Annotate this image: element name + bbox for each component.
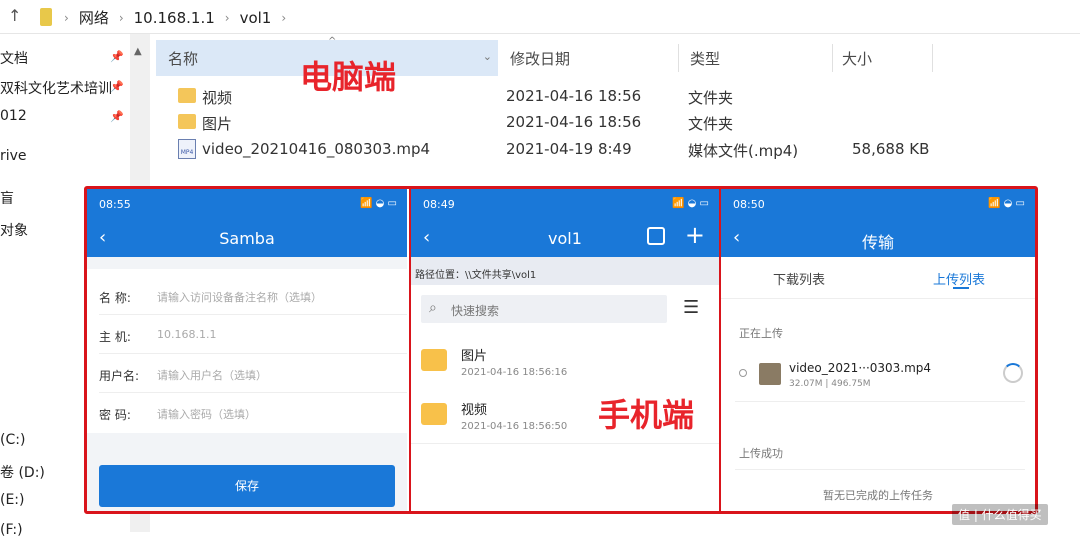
app-bar: 08:49 📶 ◒ ▭ ‹ vol1 + <box>411 189 719 257</box>
samba-form-screen: 08:55 📶 ◒ ▭ ‹ Samba 名 称: 请输入访问设备备注名称（选填）… <box>87 189 407 511</box>
folder-icon <box>178 88 196 103</box>
nav-item[interactable]: (F:) <box>0 522 23 538</box>
search-input[interactable]: ⌕ 快速搜索 <box>421 295 667 323</box>
column-type[interactable]: 类型 <box>678 40 830 76</box>
nav-item[interactable]: 双科文化艺术培训 <box>0 78 112 98</box>
app-bar: 08:55 📶 ◒ ▭ ‹ Samba <box>87 189 407 257</box>
nav-item[interactable]: (E:) <box>0 492 25 508</box>
column-header: 名称 ^ ⌄ 修改日期 类型 大小 <box>152 36 1080 76</box>
tab-download[interactable]: 下载列表 <box>773 269 825 288</box>
folder-icon <box>178 114 196 129</box>
status-icons: 📶 ◒ ▭ <box>988 198 1025 209</box>
status-time: 08:55 <box>99 198 131 211</box>
file-row[interactable]: 视频 2021-04-16 18:56 文件夹 <box>152 84 1080 110</box>
mp4-file-icon: MP4 <box>178 139 196 159</box>
empty-state-text: 暂无已完成的上传任务 <box>823 489 933 502</box>
transfer-icon[interactable] <box>647 227 665 245</box>
mobile-screenshots-frame: 08:55 📶 ◒ ▭ ‹ Samba 名 称: 请输入访问设备备注名称（选填）… <box>84 186 1038 514</box>
nav-item[interactable]: 卷 (D:) <box>0 462 45 482</box>
host-field[interactable]: 10.168.1.1 <box>157 328 216 341</box>
file-size: 58,688 KB <box>852 140 930 158</box>
video-thumbnail <box>759 363 781 385</box>
mobile-label: 手机端 <box>598 396 695 434</box>
address-bar: ↑ › 网络 › 10.168.1.1 › vol1 › <box>0 0 1080 34</box>
file-date: 2021-04-19 8:49 <box>506 140 632 158</box>
status-time: 08:50 <box>733 198 765 211</box>
file-name: video_20210416_080303.mp4 <box>202 140 431 158</box>
file-name: 图片 <box>202 115 233 133</box>
vol1-browser-screen: 08:49 📶 ◒ ▭ ‹ vol1 + 路径位置：\\文件共享\vol1 ⌕ … <box>409 189 719 511</box>
list-item[interactable]: 图片 2021-04-16 18:56:16 <box>411 335 719 387</box>
file-row[interactable]: MP4 video_20210416_080303.mp4 2021-04-19… <box>152 137 1080 163</box>
file-type: 文件夹 <box>688 89 734 107</box>
column-size[interactable]: 大小 <box>830 40 930 76</box>
file-row[interactable]: 图片 2021-04-16 18:56 文件夹 <box>152 110 1080 136</box>
breadcrumb: › 网络 › 10.168.1.1 › vol1 › <box>64 7 286 28</box>
nav-item[interactable]: rive <box>0 148 27 164</box>
page-title: vol1 <box>548 229 582 248</box>
folder-icon <box>421 349 447 371</box>
chevron-right-icon: › <box>64 10 69 25</box>
upload-task[interactable]: video_2021···0303.mp4 32.07M | 496.75M <box>721 349 1035 401</box>
pin-icon: 📌 <box>110 50 124 63</box>
select-radio[interactable] <box>739 369 747 377</box>
status-icons: 📶 ◒ ▭ <box>672 198 709 209</box>
status-time: 08:49 <box>423 198 455 211</box>
network-drive-icon <box>40 8 52 26</box>
pin-icon: 📌 <box>110 80 124 93</box>
path-breadcrumb: 路径位置：\\文件共享\vol1 <box>411 257 719 285</box>
status-icons: 📶 ◒ ▭ <box>360 198 397 209</box>
breadcrumb-item[interactable]: 10.168.1.1 <box>134 9 215 27</box>
page-title: Samba <box>219 229 275 248</box>
search-icon: ⌕ <box>429 300 437 316</box>
column-date[interactable]: 修改日期 <box>498 40 678 76</box>
nav-item[interactable]: 文档 <box>0 48 28 68</box>
upload-file-name: video_2021···0303.mp4 <box>789 361 932 375</box>
name-field[interactable]: 请输入访问设备备注名称（选填） <box>157 289 322 305</box>
file-date: 2021-04-16 18:56 <box>506 113 642 131</box>
nav-item[interactable]: (C:) <box>0 432 25 448</box>
chevron-right-icon: › <box>281 10 287 25</box>
scroll-up-icon[interactable]: ▲ <box>134 46 142 57</box>
upload-progress-text: 32.07M | 496.75M <box>789 379 871 389</box>
password-field[interactable]: 请输入密码（选填） <box>157 406 256 422</box>
form-row-name[interactable]: 名 称: 请输入访问设备备注名称（选填） <box>87 277 407 315</box>
up-arrow-icon[interactable]: ↑ <box>8 6 21 25</box>
page-title: 传输 <box>861 233 894 252</box>
transfer-screen: 08:50 📶 ◒ ▭ ‹ 传输 下载列表 上传列表 正在上传 video_20… <box>719 189 1035 511</box>
file-name: 视频 <box>202 89 233 107</box>
breadcrumb-item[interactable]: vol1 <box>240 9 272 27</box>
chevron-right-icon: › <box>118 10 124 25</box>
save-button[interactable]: 保存 <box>99 465 395 507</box>
tab-upload[interactable]: 上传列表 <box>933 269 985 288</box>
app-bar: 08:50 📶 ◒ ▭ ‹ 传输 <box>721 189 1035 257</box>
uploaded-heading: 上传成功 <box>739 447 783 460</box>
form-row-username[interactable]: 用户名: 请输入用户名（选填） <box>87 355 407 393</box>
watermark: 值 | 什么值得买 <box>952 504 1048 525</box>
active-tab-indicator <box>953 287 969 289</box>
nav-item[interactable]: 012 <box>0 108 27 124</box>
folder-icon <box>421 403 447 425</box>
uploading-heading: 正在上传 <box>739 327 783 340</box>
add-icon[interactable]: + <box>685 221 705 249</box>
file-type: 文件夹 <box>688 115 734 133</box>
form-row-host[interactable]: 主 机: 10.168.1.1 <box>87 316 407 354</box>
sort-ascending-icon: ^ <box>328 36 337 47</box>
tab-bar: 下载列表 上传列表 <box>721 257 1035 299</box>
pc-label: 电脑端 <box>300 58 397 96</box>
pin-icon: 📌 <box>110 110 124 123</box>
file-type: 媒体文件(.mp4) <box>688 142 799 160</box>
username-field[interactable]: 请输入用户名（选填） <box>157 367 267 383</box>
chevron-down-icon[interactable]: ⌄ <box>483 50 492 63</box>
pause-icon[interactable] <box>1003 363 1023 383</box>
sort-icon[interactable]: ☰ <box>683 297 699 318</box>
nav-item[interactable]: 对象 <box>0 220 28 240</box>
chevron-right-icon: › <box>224 10 230 25</box>
file-date: 2021-04-16 18:56 <box>506 87 642 105</box>
breadcrumb-item[interactable]: 网络 <box>79 7 109 28</box>
form-row-password[interactable]: 密 码: 请输入密码（选填） <box>87 394 407 432</box>
nav-item[interactable]: 盲 <box>0 188 14 208</box>
